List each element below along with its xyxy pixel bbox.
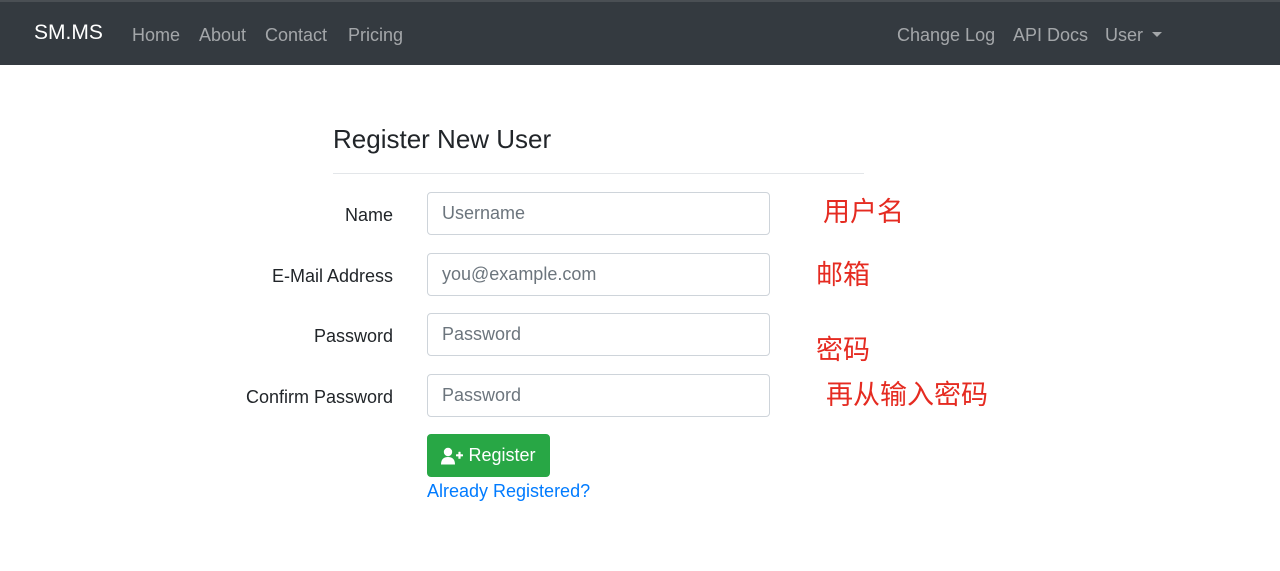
nav-contact-link[interactable]: Contact — [265, 24, 327, 46]
user-dropdown-toggle[interactable]: User — [1105, 24, 1163, 46]
nav-home-link[interactable]: Home — [132, 24, 180, 46]
top-navbar: SM.MS Home About Contact Pricing Change … — [0, 0, 1280, 65]
nav-changelog-link[interactable]: Change Log — [897, 24, 995, 46]
username-input[interactable] — [427, 192, 770, 235]
register-button-label: Register — [468, 445, 536, 465]
nav-about-link[interactable]: About — [199, 24, 246, 46]
nav-pricing-link[interactable]: Pricing — [348, 24, 403, 46]
brand-logo-link[interactable]: SM.MS — [34, 20, 103, 46]
password-input[interactable] — [427, 313, 770, 356]
name-label: Name — [344, 205, 393, 225]
username-annotation: 用户名 — [823, 197, 904, 228]
email-input[interactable] — [427, 253, 770, 296]
password-label: Password — [313, 326, 393, 346]
confirm-password-label: Confirm Password — [245, 387, 393, 407]
title-divider — [333, 173, 864, 174]
confirm-password-input[interactable] — [427, 374, 770, 417]
nav-api-docs-link[interactable]: API Docs — [1013, 24, 1088, 46]
register-button[interactable]: Register — [427, 434, 550, 477]
user-dropdown-label: User — [1105, 25, 1144, 45]
password-annotation: 密码 — [816, 335, 870, 366]
user-plus-icon — [441, 447, 464, 464]
page-title: Register New User — [333, 124, 552, 154]
confirm-password-annotation: 再从输入密码 — [826, 380, 988, 411]
caret-down-icon — [1152, 32, 1163, 38]
email-annotation: 邮箱 — [816, 260, 870, 291]
already-registered-link[interactable]: Already Registered? — [427, 480, 590, 502]
email-label: E-Mail Address — [271, 266, 393, 286]
